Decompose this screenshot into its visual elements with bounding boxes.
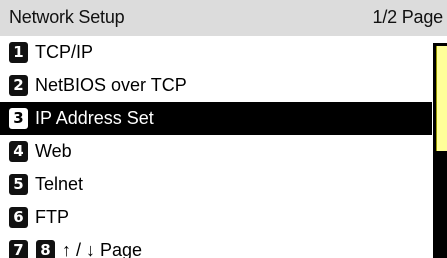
menu-item-web[interactable]: 4 Web bbox=[0, 135, 432, 168]
number-badge-7[interactable]: 7 bbox=[9, 240, 28, 258]
menu-item-telnet[interactable]: 5 Telnet bbox=[0, 168, 432, 201]
header-bar: Network Setup 1/2 Page bbox=[0, 0, 447, 36]
number-badge-4: 4 bbox=[9, 141, 28, 162]
menu-list: 1 TCP/IP 2 NetBIOS over TCP 3 IP Address… bbox=[0, 36, 447, 258]
menu-item-ftp[interactable]: 6 FTP bbox=[0, 201, 432, 234]
number-badge-5: 5 bbox=[9, 174, 28, 195]
menu-item-label: TCP/IP bbox=[35, 42, 94, 62]
menu-item-page-navigation[interactable]: 7 8 ↑ / ↓ Page bbox=[0, 234, 432, 258]
menu-item-label: Telnet bbox=[35, 174, 84, 194]
scrollbar[interactable] bbox=[433, 43, 447, 258]
menu-item-label: IP Address Set bbox=[35, 108, 154, 128]
menu-item-ip-address-set[interactable]: 3 IP Address Set bbox=[0, 102, 432, 135]
number-badge-2: 2 bbox=[9, 75, 28, 96]
number-badge-6: 6 bbox=[9, 207, 28, 228]
lcd-screen: Network Setup 1/2 Page 1 TCP/IP 2 NetBIO… bbox=[0, 0, 447, 258]
menu-item-label: FTP bbox=[35, 207, 69, 227]
menu-item-netbios-over-tcp[interactable]: 2 NetBIOS over TCP bbox=[0, 69, 432, 102]
page-navigation-label: ↑ / ↓ Page bbox=[62, 240, 143, 258]
page-title: Network Setup bbox=[9, 7, 125, 27]
number-badge-8[interactable]: 8 bbox=[36, 240, 55, 258]
menu-item-label: Web bbox=[35, 141, 72, 161]
menu-item-tcp-ip[interactable]: 1 TCP/IP bbox=[0, 36, 432, 69]
page-indicator: 1/2 Page bbox=[372, 7, 444, 27]
menu-item-label: NetBIOS over TCP bbox=[35, 75, 187, 95]
number-badge-3: 3 bbox=[9, 108, 28, 129]
scrollbar-thumb[interactable] bbox=[436, 46, 447, 151]
number-badge-1: 1 bbox=[9, 42, 28, 63]
